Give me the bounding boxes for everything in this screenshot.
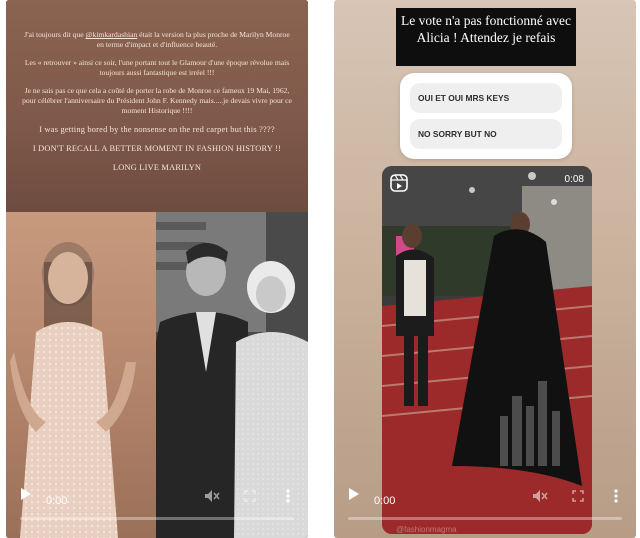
video-alicia-keys[interactable]: 0:08 [382, 166, 592, 534]
play-icon[interactable] [348, 487, 360, 506]
caption-paragraph-3: Je ne sais pas ce que cela a coûté de po… [22, 86, 292, 115]
caption-paragraph-6: LONG LIVE MARILYN [112, 163, 202, 172]
poll-option-yes[interactable]: OUI ET OUI MRS KEYS [410, 83, 562, 113]
mute-icon[interactable] [532, 489, 548, 508]
fullscreen-icon[interactable] [572, 489, 584, 507]
video-time: 0:00 [46, 495, 68, 507]
progress-bar[interactable] [348, 517, 622, 520]
caption-paragraph-5: I DON'T RECALL A BETTER MOMENT IN FASHIO… [32, 144, 282, 153]
story-right: Le vote n'a pas fonctionné avec Alicia !… [334, 0, 636, 538]
play-icon[interactable] [20, 487, 32, 506]
caption-text: J'ai toujours dit que [24, 30, 86, 39]
video-timer: 0:08 [564, 174, 584, 185]
video-controls-right: 0:00 @fashionmagma [334, 482, 636, 538]
vote-banner: Le vote n'a pas fonctionné avec Alicia !… [396, 8, 576, 66]
caption-paragraph-2: Les « retrouver » ainsi ce soir, l'une p… [24, 58, 290, 77]
watermark-handle: @fashionmagma [396, 525, 457, 534]
caption-card: J'ai toujours dit que @kimkardashian éta… [6, 0, 308, 212]
caption-paragraph-1: J'ai toujours dit que @kimkardashian éta… [20, 30, 294, 50]
reel-icon [390, 174, 408, 197]
poll-card: OUI ET OUI MRS KEYS NO SORRY BUT NO [400, 73, 572, 159]
poll-option-no[interactable]: NO SORRY BUT NO [410, 119, 562, 149]
caption-paragraph-4: I was getting bored by the nonsense on t… [39, 125, 275, 134]
video-controls-left: 0:00 [6, 482, 308, 538]
progress-bar[interactable] [20, 517, 294, 520]
mention-link[interactable]: @kimkardashian [86, 30, 138, 39]
more-icon[interactable] [614, 489, 618, 508]
more-icon[interactable] [286, 489, 290, 508]
fullscreen-icon[interactable] [244, 489, 256, 507]
mute-icon[interactable] [204, 489, 220, 508]
story-left: J'ai toujours dit que @kimkardashian éta… [6, 0, 308, 538]
video-time: 0:00 [374, 495, 396, 507]
